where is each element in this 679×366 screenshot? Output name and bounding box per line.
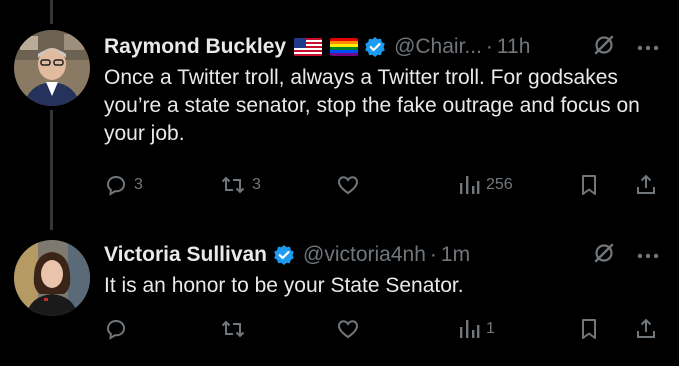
separator-dot: · — [485, 35, 493, 58]
avatar[interactable] — [14, 30, 90, 106]
like-icon — [337, 176, 359, 195]
like-button[interactable] — [336, 173, 366, 197]
avatar[interactable] — [14, 240, 90, 316]
share-icon — [637, 174, 655, 194]
views-icon — [460, 176, 480, 194]
tweet-header: Raymond Buckley @Chair... · 11h — [104, 32, 659, 62]
display-name[interactable]: Victoria Sullivan — [104, 243, 267, 267]
retweet-button[interactable] — [220, 317, 252, 341]
reply-button[interactable] — [104, 317, 134, 341]
bookmark-button[interactable] — [578, 317, 600, 341]
timestamp[interactable]: 1m — [441, 243, 470, 267]
more-icon[interactable] — [637, 246, 659, 264]
more-icon[interactable] — [637, 38, 659, 56]
rainbow-flag-icon — [330, 38, 359, 56]
handle[interactable]: @victoria4nh — [303, 243, 426, 267]
bookmark-icon — [582, 319, 596, 339]
bookmark-icon — [582, 175, 596, 195]
timestamp[interactable]: 11h — [497, 35, 530, 59]
handle[interactable]: @Chair... — [394, 35, 482, 59]
reply-icon — [106, 175, 126, 196]
tweet-text: It is an honor to be your State Senator. — [104, 274, 464, 297]
share-button[interactable] — [634, 317, 658, 341]
like-button[interactable] — [336, 317, 366, 341]
tweet-raymond-buckley[interactable]: Raymond Buckley @Chair... · 11h Once a T… — [0, 24, 679, 220]
display-name[interactable]: Raymond Buckley — [104, 35, 286, 59]
tweet-victoria-sullivan[interactable]: Victoria Sullivan @victoria4nh · 1m It i… — [0, 232, 679, 366]
grok-icon[interactable] — [593, 34, 615, 61]
like-icon — [337, 320, 359, 339]
grok-icon[interactable] — [593, 242, 615, 269]
retweet-button[interactable]: 3 — [220, 173, 261, 197]
tweet-text: Once a Twitter troll, always a Twitter t… — [104, 66, 640, 145]
share-button[interactable] — [634, 173, 658, 197]
tweet-actions: 1 — [104, 316, 664, 342]
tweet-actions: 3 3 256 — [104, 172, 664, 198]
bookmark-button[interactable] — [578, 173, 600, 197]
retweet-icon — [221, 176, 245, 194]
views-count: 1 — [486, 320, 495, 337]
verified-icon — [364, 36, 386, 58]
reply-count: 3 — [134, 176, 143, 193]
us-flag-icon — [294, 38, 323, 56]
retweet-icon — [221, 320, 245, 338]
views-count: 256 — [486, 176, 513, 193]
views-button[interactable]: 256 — [458, 173, 513, 197]
views-icon — [460, 320, 480, 338]
verified-icon — [273, 244, 295, 266]
tweet-header: Victoria Sullivan @victoria4nh · 1m — [104, 240, 659, 270]
retweet-count: 3 — [252, 176, 261, 193]
thread-line-top — [50, 0, 53, 24]
share-icon — [637, 318, 655, 338]
views-button[interactable]: 1 — [458, 317, 495, 341]
separator-dot: · — [429, 243, 437, 266]
reply-button[interactable]: 3 — [104, 173, 143, 197]
reply-icon — [106, 319, 126, 340]
